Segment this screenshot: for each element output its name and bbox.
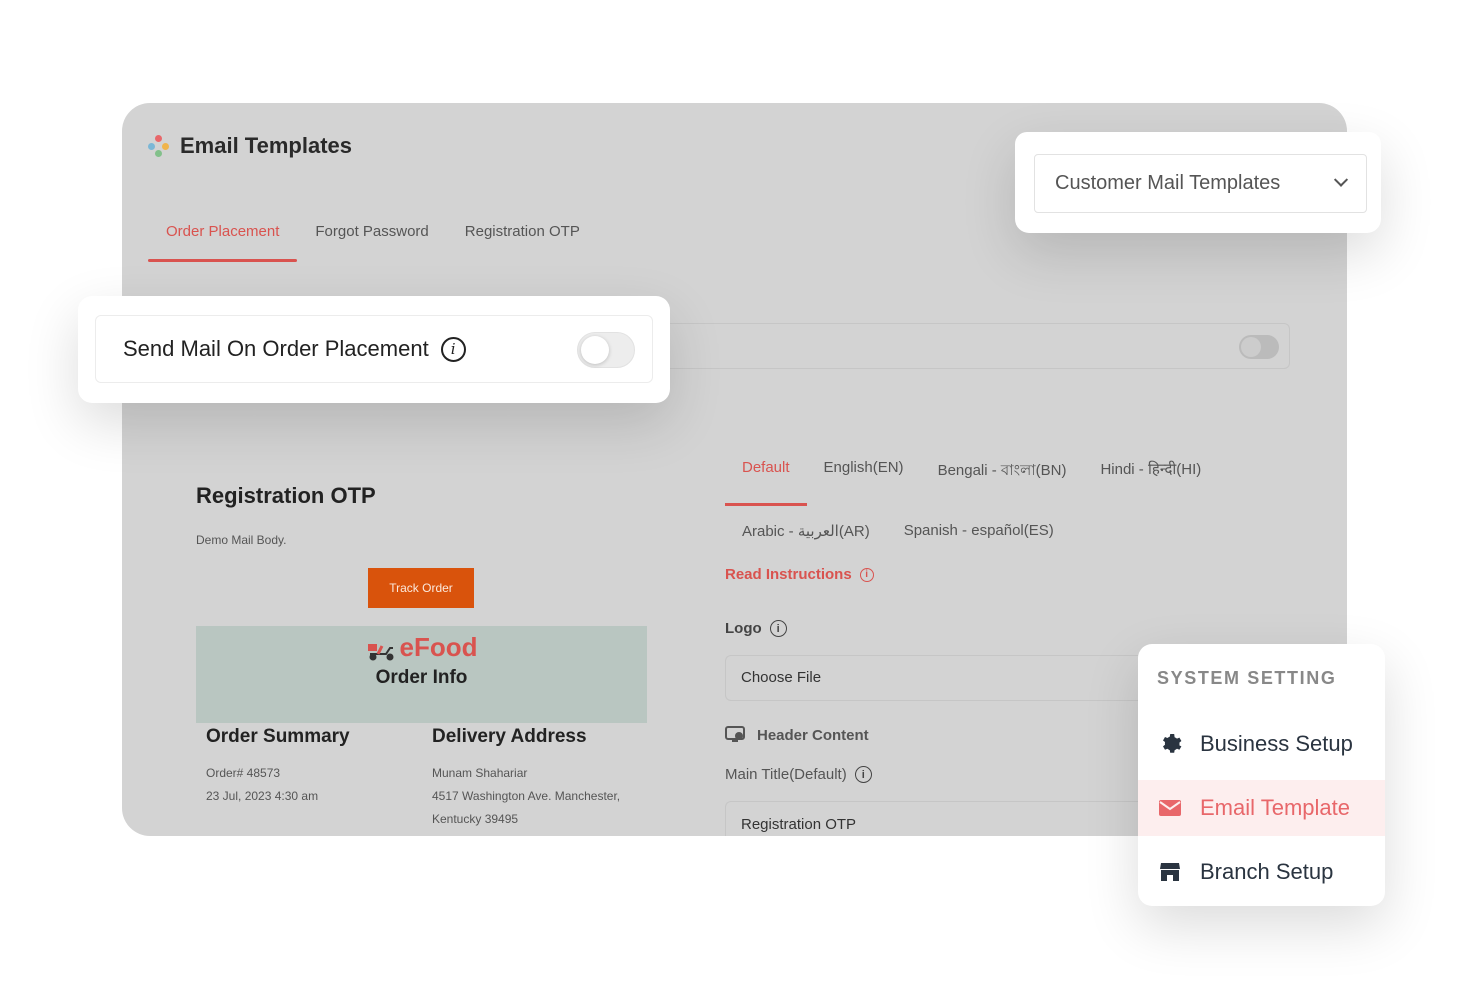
system-setting-menu: SYSTEM SETTING Business Setup Email Temp… <box>1138 644 1385 906</box>
header-content-text: Header Content <box>757 726 869 744</box>
language-tabs: Default English(EN) Bengali - বাংলা(BN) … <box>725 451 1245 548</box>
send-mail-toggle[interactable] <box>577 332 635 368</box>
send-mail-card: Send Mail On Order Placement i <box>78 296 670 403</box>
scooter-icon <box>366 638 398 660</box>
main-title-label-text: Main Title(Default) <box>725 766 847 783</box>
chevron-down-icon <box>1333 172 1349 187</box>
menu-item-email-template[interactable]: Email Template <box>1138 780 1385 836</box>
logo-file-input[interactable]: Choose File <box>725 655 1155 701</box>
delivery-line1: 4517 Washington Ave. Manchester, <box>432 789 621 803</box>
tab-lang-default[interactable]: Default <box>725 451 807 506</box>
mail-template-card: Customer Mail Templates <box>1015 132 1381 233</box>
language-tabs-row1: Default English(EN) Bengali - বাংলা(BN) … <box>725 451 1245 506</box>
template-logo-icon <box>148 135 170 157</box>
main-title-label: Main Title(Default) i <box>725 766 872 783</box>
envelope-icon <box>1158 796 1182 820</box>
mail-template-value: Customer Mail Templates <box>1055 172 1281 194</box>
tab-registration-otp[interactable]: Registration OTP <box>447 213 598 262</box>
system-setting-heading: SYSTEM SETTING <box>1157 668 1337 688</box>
monitor-icon <box>725 726 745 744</box>
order-summary: Order Summary Order# 48573 23 Jul, 2023 … <box>206 726 406 808</box>
info-icon: i <box>440 336 466 362</box>
delivery-address: Delivery Address Munam Shahariar 4517 Wa… <box>432 726 647 831</box>
order-date: 23 Jul, 2023 4:30 am <box>206 789 319 803</box>
info-icon: i <box>854 766 872 783</box>
read-instructions-text: Read Instructions <box>725 566 852 583</box>
bg-toggle <box>1239 335 1279 359</box>
page-title: Email Templates <box>148 133 352 159</box>
order-summary-text: Order# 48573 23 Jul, 2023 4:30 am <box>206 762 406 808</box>
menu-item-business-setup[interactable]: Business Setup <box>1138 716 1385 772</box>
gear-icon <box>1158 732 1182 756</box>
tab-order-placement[interactable]: Order Placement <box>148 213 298 262</box>
page-title-text: Email Templates <box>180 133 352 158</box>
brand-text: eFood <box>399 632 478 662</box>
store-icon <box>1158 860 1182 884</box>
delivery-address-heading: Delivery Address <box>432 726 587 747</box>
preview-body: Demo Mail Body. <box>196 533 287 547</box>
preview-title: Registration OTP <box>196 483 376 508</box>
delivery-line2: Kentucky 39495 <box>432 812 519 826</box>
tab-lang-bengali[interactable]: Bengali - বাংলা(BN) <box>921 451 1084 506</box>
menu-item-label: Business Setup <box>1200 731 1353 756</box>
order-summary-heading: Order Summary <box>206 726 350 747</box>
language-tabs-row2: Arabic - العربية(AR) Spanish - español(E… <box>725 514 1245 548</box>
order-info-heading: Order Info <box>375 667 468 688</box>
main-title-input[interactable]: Registration OTP <box>725 801 1155 836</box>
read-instructions-link[interactable]: Read Instructions i <box>725 566 874 583</box>
tab-lang-arabic[interactable]: Arabic - العربية(AR) <box>725 514 887 548</box>
info-icon: i <box>859 567 874 582</box>
brand-logo: eFood <box>196 632 647 663</box>
tab-lang-spanish[interactable]: Spanish - español(ES) <box>887 514 1071 548</box>
bg-send-mail-row <box>667 323 1290 369</box>
delivery-address-text: Munam Shahariar 4517 Washington Ave. Man… <box>432 762 647 831</box>
menu-item-branch-setup[interactable]: Branch Setup <box>1138 844 1385 900</box>
send-mail-label: Send Mail On Order Placement <box>123 336 429 361</box>
info-icon: i <box>769 620 787 637</box>
delivery-name: Munam Shahariar <box>432 766 528 780</box>
tab-forgot-password[interactable]: Forgot Password <box>297 213 446 262</box>
menu-item-label: Branch Setup <box>1200 859 1334 884</box>
order-number: Order# 48573 <box>206 766 281 780</box>
track-order-button[interactable]: Track Order <box>368 568 474 608</box>
tab-lang-english[interactable]: English(EN) <box>807 451 921 506</box>
logo-label-text: Logo <box>725 620 762 637</box>
menu-item-label: Email Template <box>1200 795 1350 820</box>
order-info-banner: eFood Order Info <box>196 626 647 723</box>
tab-lang-hindi[interactable]: Hindi - हिन्दी(HI) <box>1083 451 1218 506</box>
template-tabs: Order Placement Forgot Password Registra… <box>148 213 598 262</box>
stage: Email Templates Order Placement Forgot P… <box>0 0 1468 992</box>
mail-template-select[interactable]: Customer Mail Templates <box>1034 154 1367 213</box>
logo-label: Logo i <box>725 620 787 637</box>
header-content-label: Header Content <box>725 726 869 744</box>
send-mail-row: Send Mail On Order Placement i <box>95 315 653 383</box>
